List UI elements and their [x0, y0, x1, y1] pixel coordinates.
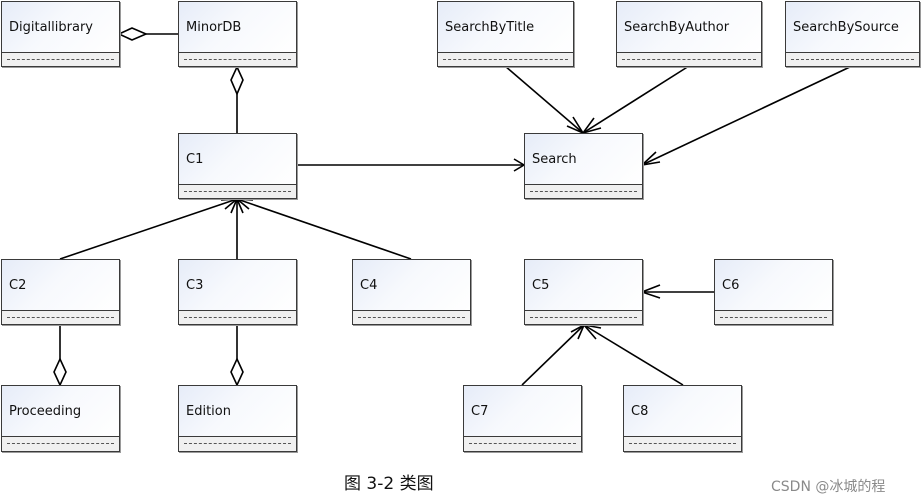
class-name: C6	[715, 260, 832, 311]
class-attributes	[2, 437, 119, 451]
class-attributes	[2, 311, 119, 324]
class-name: Search	[525, 134, 642, 185]
class-name: C4	[353, 260, 470, 311]
watermark: CSDN @冰城的程	[771, 479, 886, 495]
aggregation-proceeding-c2	[53, 325, 67, 387]
class-attributes	[179, 311, 296, 324]
class-name: C1	[179, 134, 296, 185]
class-attributes	[438, 53, 573, 66]
association-c4-c1	[234, 198, 412, 260]
class-name: C5	[525, 260, 642, 311]
class-search[interactable]: Search	[524, 133, 643, 199]
class-c3[interactable]: C3	[178, 259, 297, 325]
association-searchbyauthor-search	[580, 65, 690, 135]
aggregation-minordb-c1	[230, 65, 244, 133]
class-attributes	[464, 437, 581, 451]
association-c2-c1	[59, 198, 240, 260]
class-attributes	[786, 53, 919, 66]
class-name: Proceeding	[2, 386, 119, 437]
aggregation-edition-c3	[230, 325, 244, 387]
aggregation-digitallibrary-minordb	[117, 27, 178, 41]
class-name: C3	[179, 260, 296, 311]
class-attributes	[179, 53, 296, 66]
class-name: SearchBySource	[786, 2, 919, 53]
association-c8-c5	[581, 323, 684, 386]
class-attributes	[179, 437, 296, 451]
class-attributes	[2, 53, 119, 66]
class-edition[interactable]: Edition	[178, 385, 297, 452]
association-c6-c5	[639, 284, 714, 299]
class-name: SearchByTitle	[438, 2, 573, 53]
class-name: Edition	[179, 386, 296, 437]
class-minordb[interactable]: MinorDB	[178, 1, 297, 67]
class-c1[interactable]: C1	[178, 133, 297, 199]
relations-layer	[53, 27, 853, 387]
class-name: MinorDB	[179, 2, 296, 53]
class-attributes	[353, 311, 470, 324]
class-c6[interactable]: C6	[714, 259, 833, 325]
class-c2[interactable]: C2	[1, 259, 120, 325]
class-attributes	[715, 311, 832, 324]
association-c3-c1	[230, 196, 244, 259]
class-name: Digitallibrary	[2, 2, 119, 53]
class-attributes	[525, 311, 642, 324]
class-c4[interactable]: C4	[352, 259, 471, 325]
class-name: C7	[464, 386, 581, 437]
class-attributes	[624, 437, 741, 451]
class-proceeding[interactable]: Proceeding	[1, 385, 120, 452]
class-digitallibrary[interactable]: Digitallibrary	[1, 1, 120, 67]
association-searchbysource-search	[639, 65, 853, 167]
association-searchbytitle-search	[504, 65, 586, 135]
class-c7[interactable]: C7	[463, 385, 582, 452]
association-c7-c5	[521, 323, 586, 386]
class-c8[interactable]: C8	[623, 385, 742, 452]
class-c5[interactable]: C5	[524, 259, 643, 325]
association-c1-search	[296, 158, 526, 172]
class-searchbysource[interactable]: SearchBySource	[785, 1, 920, 67]
class-attributes	[525, 185, 642, 198]
class-name: C2	[2, 260, 119, 311]
class-name: C8	[624, 386, 741, 437]
figure-caption: 图 3-2 类图	[344, 474, 434, 494]
class-searchbytitle[interactable]: SearchByTitle	[437, 1, 574, 67]
class-attributes	[179, 185, 296, 198]
class-attributes	[617, 53, 761, 66]
class-searchbyauthor[interactable]: SearchByAuthor	[616, 1, 762, 67]
class-name: SearchByAuthor	[617, 2, 761, 53]
